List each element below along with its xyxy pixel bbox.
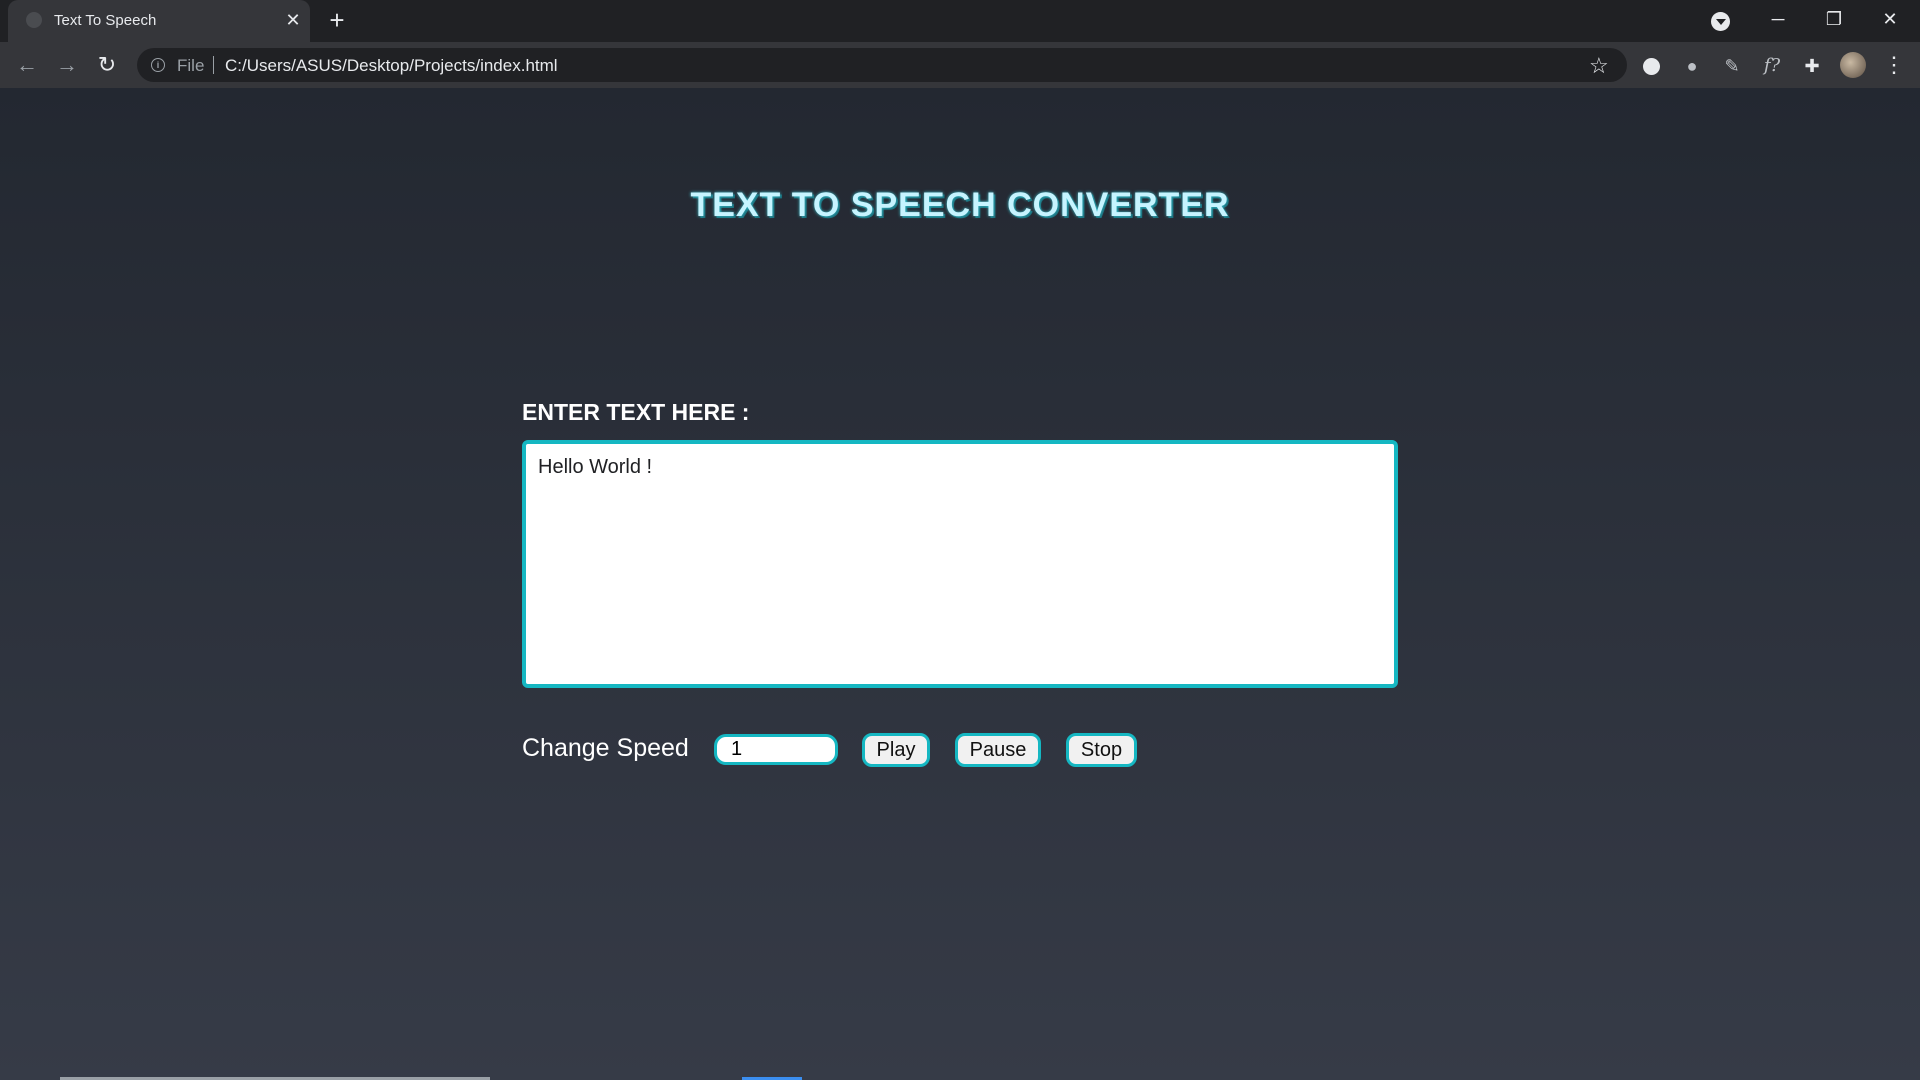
function-extension-icon[interactable]: f? xyxy=(1761,55,1783,77)
forward-arrow-icon[interactable]: → xyxy=(53,51,81,79)
bookmark-star-icon[interactable]: ☆ xyxy=(1589,53,1609,79)
globe-icon xyxy=(26,12,42,28)
stop-button[interactable]: Stop xyxy=(1066,733,1137,767)
window-close-icon[interactable]: ✕ xyxy=(1862,0,1918,40)
play-button[interactable]: Play xyxy=(862,733,930,767)
profile-avatar[interactable] xyxy=(1840,52,1866,78)
text-input-label: ENTER TEXT HERE : xyxy=(522,399,750,425)
speed-input[interactable] xyxy=(714,734,838,765)
page-title: TEXT TO SPEECH CONVERTER xyxy=(690,186,1230,224)
url-scheme: File xyxy=(177,56,205,75)
tab-title: Text To Speech xyxy=(54,12,157,29)
url-separator xyxy=(213,56,214,74)
pause-button[interactable]: Pause xyxy=(955,733,1041,767)
reload-icon[interactable]: ↻ xyxy=(93,51,121,79)
dot-extension-icon[interactable]: ● xyxy=(1681,55,1703,77)
minimize-icon[interactable]: ─ xyxy=(1750,0,1806,40)
restore-icon[interactable]: ❐ xyxy=(1806,0,1862,40)
tab-search-icon[interactable] xyxy=(1711,12,1730,31)
text-input-area[interactable]: Hello World ! xyxy=(522,440,1398,688)
circle-extension-icon[interactable] xyxy=(1643,58,1660,75)
speed-label: Change Speed xyxy=(522,734,689,762)
info-icon[interactable]: i xyxy=(151,58,165,72)
browser-menu-icon[interactable]: ⋮ xyxy=(1883,52,1905,78)
page-viewport: TEXT TO SPEECH CONVERTER ENTER TEXT HERE… xyxy=(0,88,1920,1080)
back-arrow-icon[interactable]: ← xyxy=(13,51,41,79)
tab-strip: Text To Speech ✕ + ─ ❐ ✕ xyxy=(0,0,1920,42)
tab-close-icon[interactable]: ✕ xyxy=(282,9,304,31)
address-bar[interactable]: i File C:/Users/ASUS/Desktop/Projects/in… xyxy=(137,48,1627,82)
new-tab-icon[interactable]: + xyxy=(323,6,351,34)
pen-extension-icon[interactable]: ✎ xyxy=(1721,55,1743,77)
browser-tab[interactable]: Text To Speech ✕ xyxy=(8,0,310,42)
browser-toolbar: ← → ↻ i File C:/Users/ASUS/Desktop/Proje… xyxy=(0,42,1920,88)
url-text[interactable]: C:/Users/ASUS/Desktop/Projects/index.htm… xyxy=(225,56,558,76)
puzzle-extensions-icon[interactable]: ✚ xyxy=(1801,55,1823,77)
